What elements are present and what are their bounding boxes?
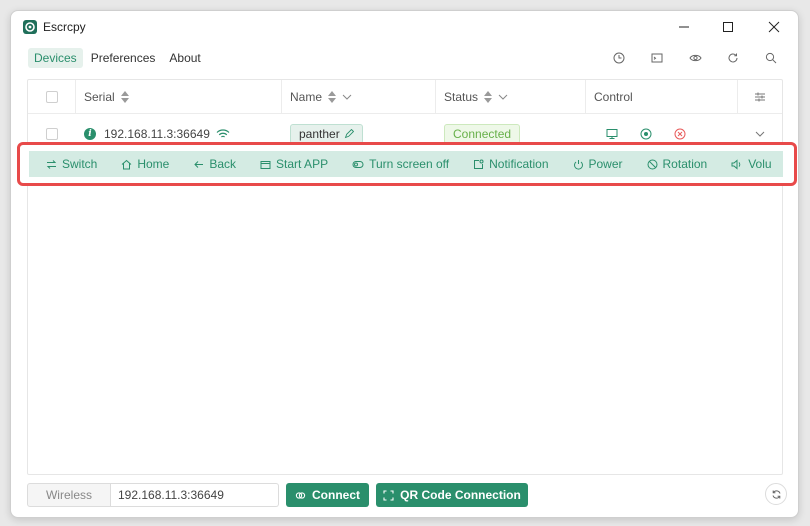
qr-button-label: QR Code Connection <box>400 488 521 502</box>
refresh-icon[interactable] <box>724 49 742 67</box>
back-label: Back <box>209 157 237 171</box>
chevron-down-icon[interactable] <box>342 92 352 102</box>
screen-off-icon <box>352 160 364 168</box>
tab-preferences[interactable]: Preferences <box>85 48 162 68</box>
home-action[interactable]: Home <box>109 157 181 171</box>
start-app-label: Start APP <box>276 157 329 171</box>
volume-label: Volu <box>748 157 772 171</box>
escrcpy-logo-icon <box>23 20 37 34</box>
main-nav: Devices Preferences About <box>28 47 207 69</box>
column-settings-cell <box>738 80 782 114</box>
app-icon <box>260 160 271 169</box>
name-header[interactable]: Name <box>282 80 436 114</box>
address-input[interactable] <box>111 483 279 507</box>
turn-screen-off-action[interactable]: Turn screen off <box>340 157 461 171</box>
chevron-down-icon[interactable] <box>755 129 765 139</box>
close-icon <box>768 21 780 33</box>
record-icon[interactable] <box>639 127 653 141</box>
qr-scan-icon <box>383 489 394 501</box>
rotation-icon <box>647 159 658 169</box>
rotation-label: Rotation <box>662 157 708 171</box>
tab-devices[interactable]: Devices <box>28 48 83 68</box>
back-icon <box>194 160 204 168</box>
serial-header-label: Serial <box>84 90 115 104</box>
app-window: Escrcpy Devices Preferences About Serial… <box>10 10 799 518</box>
toolbar-icons <box>610 49 780 67</box>
switch-action[interactable]: Switch <box>29 157 109 171</box>
maximize-icon <box>723 22 733 32</box>
back-action[interactable]: Back <box>181 157 248 171</box>
status-badge: Connected <box>444 124 521 144</box>
sort-icon[interactable] <box>120 91 129 103</box>
edit-icon[interactable] <box>344 129 354 139</box>
devices-table: Serial Name Status Control i 192.168.11.… <box>27 79 783 475</box>
serial-header[interactable]: Serial <box>76 80 282 114</box>
window-title: Escrcpy <box>43 20 86 34</box>
name-header-label: Name <box>290 90 323 104</box>
connection-footer: Wireless Connect QR Code Connection <box>27 483 787 509</box>
connect-button-label: Connect <box>312 488 360 502</box>
sync-icon <box>772 489 780 499</box>
device-name-tag[interactable]: panther <box>290 124 363 144</box>
info-icon[interactable]: i <box>84 128 96 140</box>
start-app-action[interactable]: Start APP <box>248 157 340 171</box>
terminal-icon[interactable] <box>648 49 666 67</box>
switch-label: Switch <box>62 157 98 171</box>
notification-icon <box>474 159 484 169</box>
wifi-icon <box>216 129 230 138</box>
volume-action[interactable]: Volu <box>719 157 783 171</box>
connect-button[interactable]: Connect <box>286 483 369 507</box>
turn-screen-off-label: Turn screen off <box>369 157 450 171</box>
home-label: Home <box>137 157 170 171</box>
chevron-down-icon[interactable] <box>498 92 508 102</box>
close-button[interactable] <box>751 11 797 43</box>
select-all-checkbox[interactable] <box>45 91 58 103</box>
sort-icon[interactable] <box>328 91 337 103</box>
control-header: Control <box>586 80 738 114</box>
power-label: Power <box>588 157 623 171</box>
minimize-button[interactable] <box>661 11 707 43</box>
power-icon <box>573 159 583 170</box>
table-header: Serial Name Status Control <box>28 80 782 114</box>
notification-action[interactable]: Notification <box>461 157 560 171</box>
status-header-label: Status <box>444 90 479 104</box>
device-actions-toolbar: Switch Home Back Start APP Turn screen o… <box>29 151 783 177</box>
disconnect-icon[interactable] <box>673 127 687 141</box>
refresh-devices-button[interactable] <box>765 483 787 505</box>
qr-code-connection-button[interactable]: QR Code Connection <box>376 483 528 507</box>
link-icon <box>295 491 306 499</box>
volume-icon <box>731 158 741 170</box>
row-checkbox[interactable] <box>46 128 58 140</box>
minimize-icon <box>679 26 689 28</box>
power-action[interactable]: Power <box>561 157 635 171</box>
status-header[interactable]: Status <box>436 80 586 114</box>
highlighted-action-bar: Switch Home Back Start APP Turn screen o… <box>17 142 797 186</box>
wireless-label: Wireless <box>27 483 111 507</box>
mirror-icon[interactable] <box>605 127 619 141</box>
clock-icon[interactable] <box>610 49 628 67</box>
title-bar: Escrcpy <box>11 11 798 43</box>
serial-value: 192.168.11.3:36649 <box>104 127 210 141</box>
maximize-button[interactable] <box>705 11 751 43</box>
rotation-action[interactable]: Rotation <box>635 157 720 171</box>
device-name: panther <box>299 127 340 141</box>
home-icon <box>122 159 132 169</box>
notification-label: Notification <box>489 157 549 171</box>
search-icon[interactable] <box>762 49 780 67</box>
switch-icon <box>46 159 57 169</box>
sliders-icon[interactable] <box>754 91 766 103</box>
control-header-label: Control <box>594 90 633 104</box>
sort-icon[interactable] <box>484 91 493 103</box>
tab-about[interactable]: About <box>163 48 206 68</box>
eye-icon[interactable] <box>686 49 704 67</box>
select-all-cell <box>28 80 76 114</box>
